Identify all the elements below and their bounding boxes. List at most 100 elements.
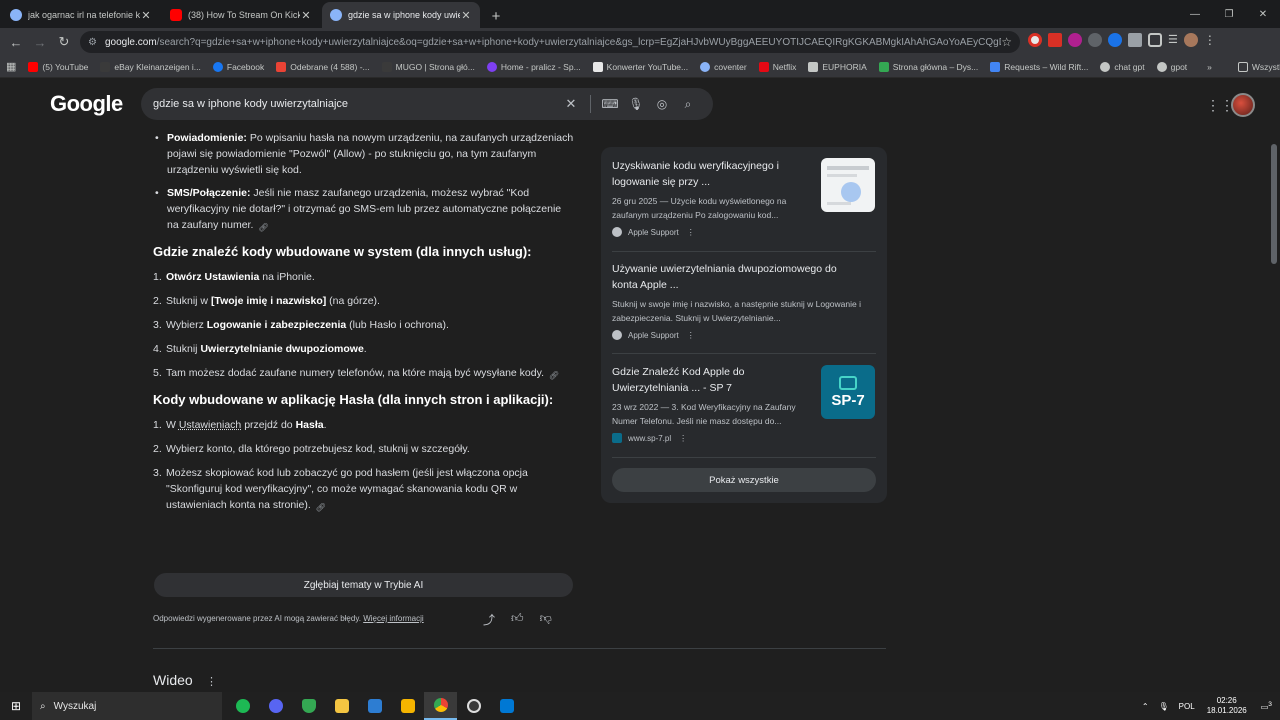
microphone-icon[interactable]: 🎙︎ (623, 97, 649, 111)
keyboard-icon[interactable]: ⌨ (597, 97, 623, 111)
vpn-shield-icon[interactable] (292, 692, 325, 720)
list-item: 3. Możesz skopiować kod lub zobaczyć go p… (153, 467, 528, 513)
lens-camera-icon[interactable]: ◎ (649, 97, 675, 111)
bookmark-facebook[interactable]: Facebook (207, 61, 270, 72)
extension-icon[interactable] (1108, 33, 1122, 47)
discord-icon[interactable] (259, 692, 292, 720)
clock[interactable]: 02:26 18.01.2026 (1207, 696, 1247, 716)
browser-tab-3-active[interactable]: gdzie sa w iphone kody uwierzyt ✕ (322, 2, 480, 28)
extension-icon[interactable] (1068, 33, 1082, 47)
apps-grid-icon[interactable]: ▦ (0, 60, 22, 73)
divider (153, 648, 886, 649)
close-tab-icon[interactable]: ✕ (140, 9, 152, 22)
google-logo[interactable]: Google (50, 91, 123, 117)
spotify-icon[interactable] (226, 692, 259, 720)
more-options-icon[interactable]: ⋮ (687, 331, 695, 340)
restore-icon[interactable]: ❐ (1212, 0, 1246, 28)
close-tab-icon[interactable]: ✕ (300, 9, 312, 22)
glossary-link[interactable]: Ustawieniach (179, 419, 241, 431)
google-account-avatar[interactable] (1231, 93, 1255, 117)
source-site: Apple Support ⋮ (612, 227, 876, 237)
source-site: www.sp-7.pl ⋮ (612, 433, 876, 443)
bookmark-youtube[interactable]: (5) YouTube (22, 61, 94, 72)
search-icon[interactable]: ⌕ (675, 97, 701, 112)
opera-extension-icon[interactable] (1028, 33, 1042, 47)
clear-search-icon[interactable]: ✕ (558, 96, 584, 112)
more-options-icon[interactable]: ⋮ (687, 228, 695, 237)
extension-icon[interactable] (1128, 33, 1142, 47)
bookmark-pralicz[interactable]: Home - pralicz - Sp... (481, 61, 587, 72)
youtube-favicon-icon (170, 9, 182, 21)
source-title[interactable]: Gdzie Znaleźć Kod Apple do Uwierzytelnia… (612, 364, 817, 396)
source-link-icon[interactable]: 🔗︎ (257, 220, 269, 232)
thumbs-up-icon[interactable]: 👍︎ (511, 611, 524, 628)
minimize-icon[interactable]: — (1178, 0, 1212, 28)
new-tab-button[interactable]: + (484, 4, 508, 28)
windows-start-icon[interactable]: ⊞ (0, 692, 32, 720)
scrollbar-thumb[interactable] (1271, 144, 1277, 264)
bookmark-requests[interactable]: Requests – Wild Rift... (984, 61, 1094, 72)
app-icon[interactable] (490, 692, 523, 720)
close-tab-icon[interactable]: ✕ (460, 9, 472, 22)
chrome-icon[interactable] (424, 692, 457, 720)
source-link-icon[interactable]: 🔗︎ (548, 368, 560, 380)
source-title[interactable]: Używanie uwierzytelniania dwupoziomowego… (612, 261, 862, 293)
bookmark-mugo[interactable]: MUGO | Strona głó... (376, 61, 481, 72)
search-box[interactable]: gdzie sa w iphone kody uwierzytalniajce … (141, 88, 713, 120)
source-thumbnail[interactable]: SP-7 (821, 365, 875, 419)
bookmark-gmail[interactable]: Odebrane (4 588) -... (270, 61, 375, 72)
menu-kebab-icon[interactable]: ⋮ (1204, 33, 1216, 47)
show-all-button[interactable]: Pokaż wszystkie (612, 468, 876, 492)
more-info-link[interactable]: Więcej informacji (363, 614, 423, 623)
bookmark-konwerter[interactable]: Konwerter YouTube... (587, 61, 694, 72)
google-favicon-icon (330, 9, 342, 21)
share-icon[interactable]: ⤴ (483, 611, 495, 628)
bookmark-gpot[interactable]: gpot (1151, 61, 1194, 72)
extension-icon[interactable] (1088, 33, 1102, 47)
tray-chevron-icon[interactable]: ⌃ (1142, 702, 1149, 711)
forward-icon[interactable]: → (28, 30, 52, 54)
page-scrollbar[interactable] (1268, 78, 1280, 692)
more-options-icon[interactable]: ⋮ (206, 675, 217, 688)
microphone-icon[interactable]: 🎙︎ (1159, 702, 1169, 711)
bookmark-netflix[interactable]: Netflix (753, 61, 803, 72)
site-info-icon[interactable]: ⚙ (88, 37, 97, 48)
obs-icon[interactable] (457, 692, 490, 720)
source-card[interactable]: Używanie uwierzytelniania dwupoziomowego… (612, 261, 876, 354)
reload-icon[interactable]: ↻ (52, 30, 76, 54)
source-snippet: 26 gru 2025 — Użycie kodu wyświetlonego … (612, 196, 787, 220)
bookmark-star-icon[interactable]: ☆ (1001, 35, 1012, 49)
bookmark-strona-glowna[interactable]: Strona główna – Dys... (873, 61, 985, 72)
profile-avatar[interactable] (1183, 33, 1198, 47)
tab-search-icon[interactable]: ☰ (1168, 33, 1178, 47)
browser-tab-2[interactable]: (38) How To Stream On Kick On ✕ (162, 2, 320, 28)
thumbs-down-icon[interactable]: 👎︎ (540, 611, 552, 628)
bookmark-ebay[interactable]: eBay Kleinanzeigen i... (94, 61, 206, 72)
more-bookmarks-chevron-icon[interactable]: » (1201, 62, 1218, 72)
extension-icon[interactable] (1048, 33, 1062, 47)
language-indicator[interactable]: POL (1179, 702, 1195, 711)
app-icon[interactable] (391, 692, 424, 720)
all-bookmarks-folder[interactable]: Wszystkie zakładki (1232, 61, 1280, 72)
source-thumbnail[interactable] (821, 158, 875, 212)
apple-icon (612, 330, 622, 340)
google-favicon-icon (10, 9, 22, 21)
extensions-puzzle-icon[interactable] (1148, 33, 1162, 47)
close-window-icon[interactable]: ✕ (1246, 0, 1280, 28)
back-icon[interactable]: ← (4, 30, 28, 54)
list-item: 1. Otwórz Ustawienia na iPhonie. (153, 271, 315, 283)
notifications-icon[interactable]: ▭3 (1261, 701, 1272, 712)
bookmark-euphoria[interactable]: EUPHORIA (802, 61, 872, 72)
address-bar[interactable]: ⚙ google.com/search?q=gdzie+sa+w+iphone+… (80, 31, 1020, 53)
source-title[interactable]: Uzyskiwanie kodu weryfikacyjnego i logow… (612, 158, 817, 190)
ai-mode-button[interactable]: Zgłębiaj tematy w Trybie AI (154, 573, 573, 597)
taskbar-search[interactable]: ⌕ Wyszukaj (32, 692, 222, 720)
browser-tab-1[interactable]: jak ogarnac irl na telefonie kick ✕ (2, 2, 160, 28)
app-icon[interactable] (358, 692, 391, 720)
source-link-icon[interactable]: 🔗︎ (315, 500, 327, 512)
bookmark-chat-gpt[interactable]: chat gpt (1094, 61, 1150, 72)
search-input[interactable]: gdzie sa w iphone kody uwierzytalniajce (153, 98, 558, 110)
bookmark-coventer[interactable]: coventer (694, 61, 753, 72)
file-explorer-icon[interactable] (325, 692, 358, 720)
more-options-icon[interactable]: ⋮ (679, 434, 687, 443)
